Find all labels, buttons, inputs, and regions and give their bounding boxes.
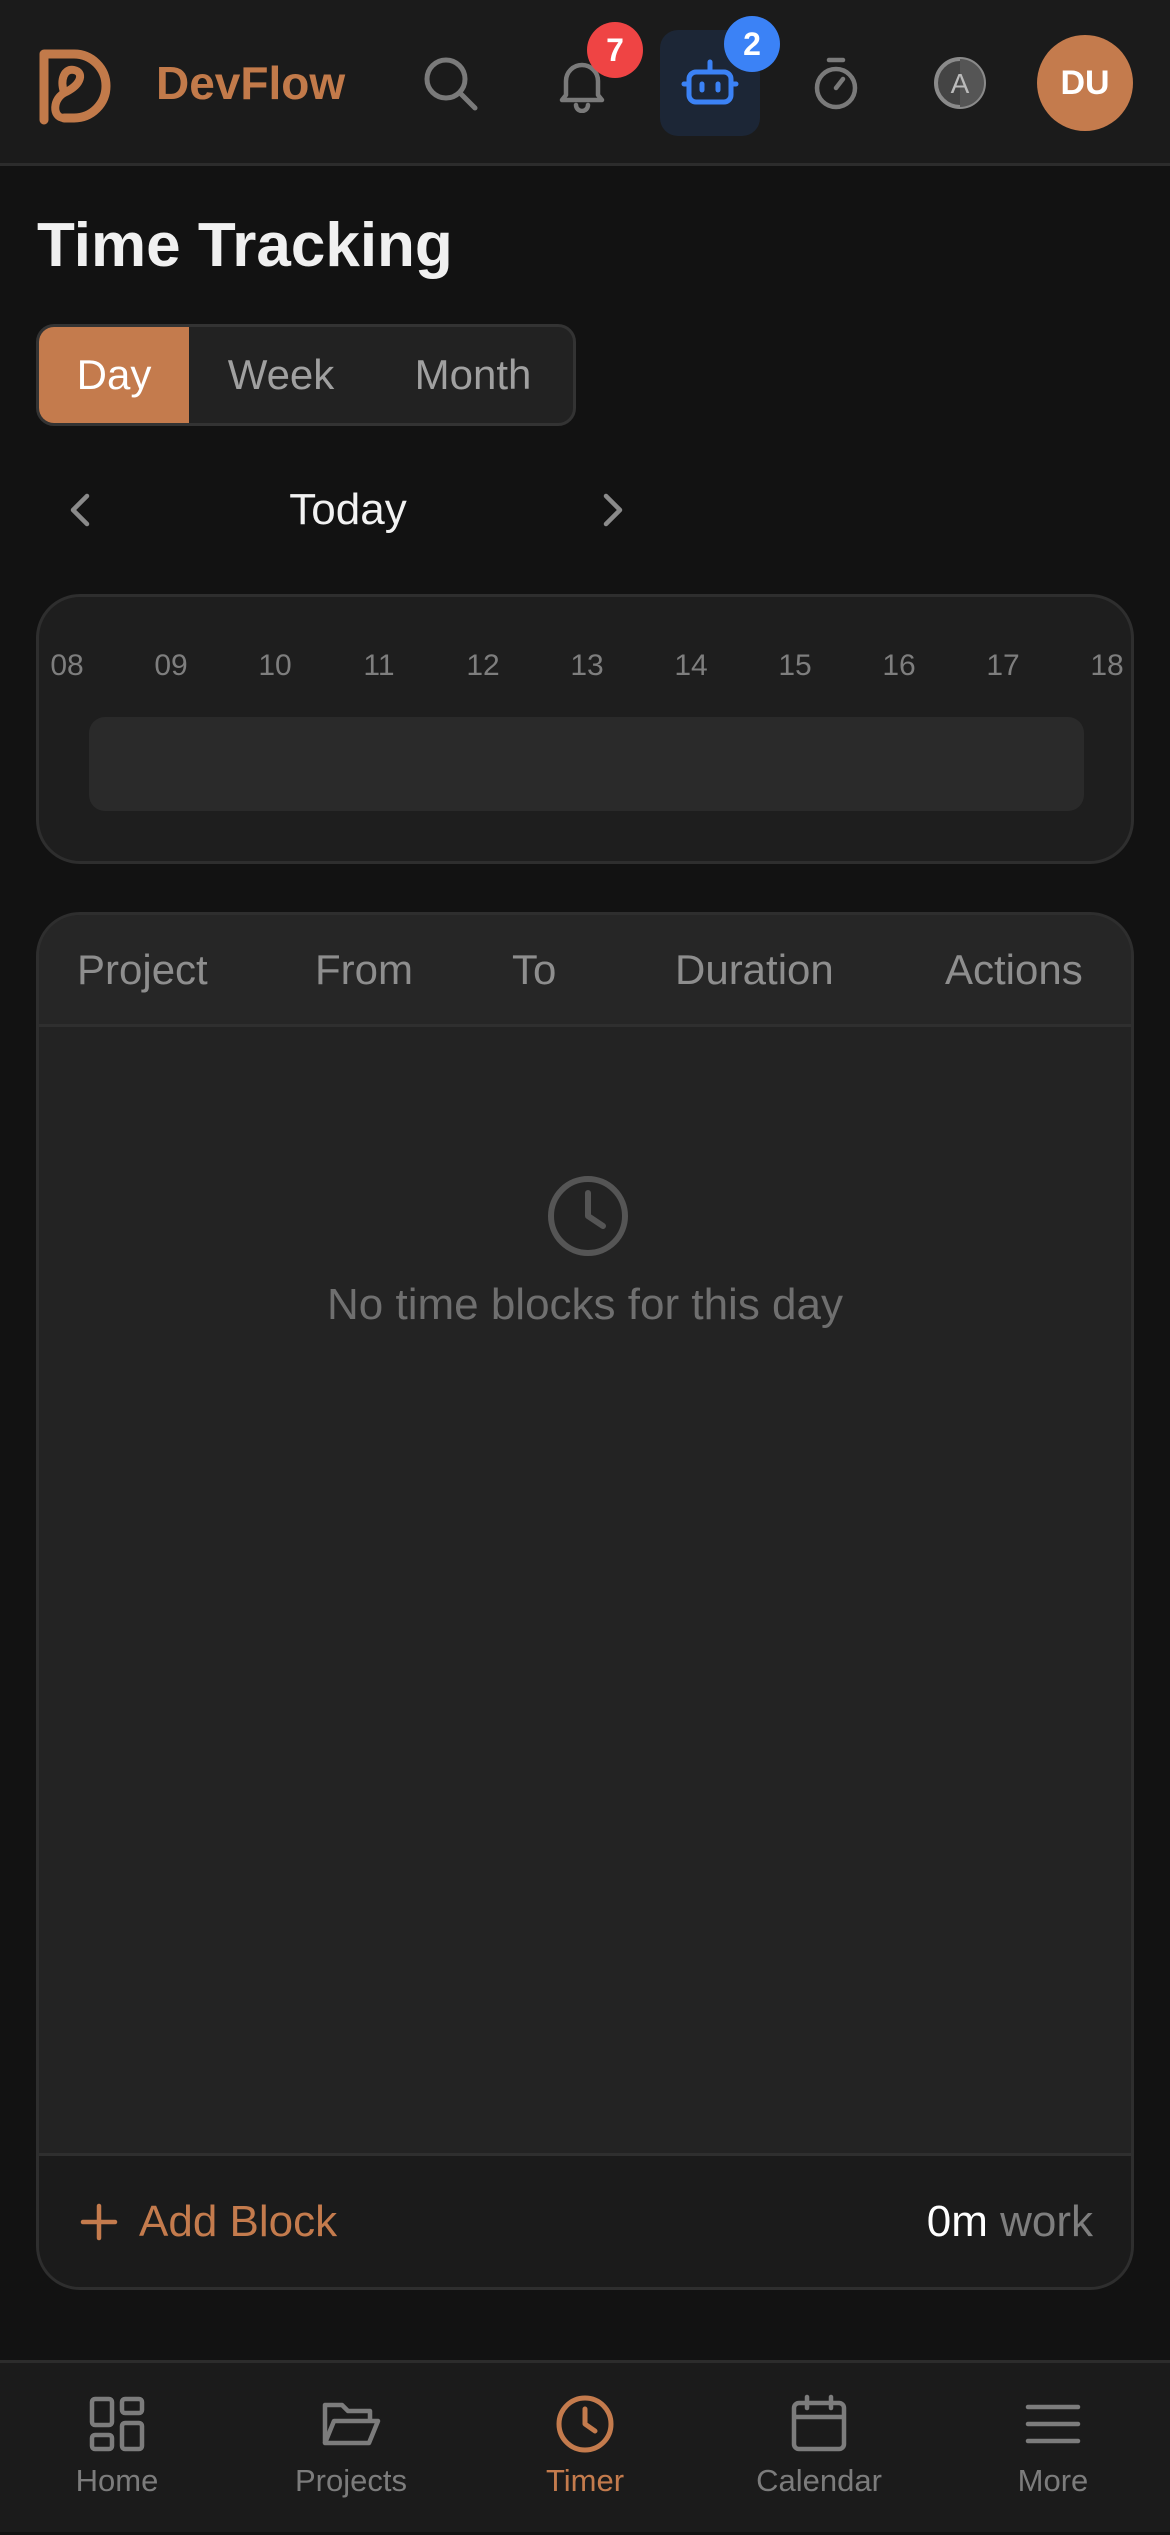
empty-state-text: No time blocks for this day — [327, 1280, 843, 1329]
hour-scale: 08 09 10 11 12 13 14 15 16 17 18 — [50, 649, 1123, 689]
range-segmented-control: Day Week Month — [36, 324, 576, 426]
add-block-button[interactable]: Add Block — [79, 2192, 337, 2252]
chevron-left-icon — [70, 493, 90, 527]
prev-day-button[interactable] — [50, 480, 110, 540]
clock-icon — [556, 2395, 614, 2453]
add-block-label: Add Block — [139, 2197, 338, 2246]
column-from: From — [315, 946, 413, 993]
notifications-badge: 7 — [587, 22, 643, 78]
nav-timer-label: Timer — [545, 2463, 625, 2498]
hour-label: 11 — [363, 649, 395, 682]
grid-icon — [89, 2396, 145, 2452]
nav-home[interactable]: Home — [0, 2363, 234, 2535]
hour-label: 14 — [674, 649, 708, 682]
nav-calendar-label: Calendar — [756, 2463, 882, 2498]
tab-day[interactable]: Day — [39, 327, 189, 423]
search-button[interactable] — [400, 30, 500, 136]
day-timeline-card: 08 09 10 11 12 13 14 15 16 17 18 — [36, 594, 1134, 864]
clock-icon — [548, 1176, 628, 1256]
nav-more-label: More — [1017, 2463, 1089, 2498]
work-total-unit: work — [1000, 2197, 1093, 2246]
work-total: 0m work — [927, 2192, 1093, 2252]
auto-theme-icon: A — [934, 57, 986, 109]
nav-timer[interactable]: Timer — [468, 2363, 702, 2535]
hour-label: 17 — [986, 649, 1020, 682]
nav-projects-label: Projects — [295, 2463, 407, 2498]
nav-calendar[interactable]: Calendar — [702, 2363, 936, 2535]
timer-button[interactable] — [786, 30, 886, 136]
time-blocks-table: Project From To Duration Actions No time… — [36, 912, 1134, 2290]
work-total-value: 0m — [926, 2197, 988, 2246]
hour-label: 10 — [258, 649, 292, 682]
tab-week[interactable]: Week — [189, 327, 373, 423]
plus-icon — [80, 2203, 118, 2241]
menu-icon — [1025, 2404, 1081, 2444]
theme-toggle-button[interactable]: A — [910, 30, 1010, 136]
folder-icon — [322, 2402, 381, 2446]
user-avatar[interactable]: DU — [1037, 35, 1133, 131]
hour-label: 18 — [1090, 649, 1124, 682]
tab-month[interactable]: Month — [373, 327, 573, 423]
column-duration: Duration — [675, 946, 834, 993]
nav-more[interactable]: More — [936, 2363, 1170, 2535]
page-title: Time Tracking — [37, 211, 453, 280]
calendar-icon — [791, 2394, 847, 2452]
hour-label: 16 — [882, 649, 916, 682]
devflow-logo[interactable] — [34, 40, 122, 128]
hour-label: 09 — [154, 649, 188, 682]
table-header: Project From To Duration Actions — [39, 915, 1131, 1027]
search-icon — [424, 57, 478, 111]
top-header: DevFlow 7 2 A DU — [0, 0, 1170, 166]
stopwatch-icon — [814, 57, 858, 110]
column-actions: Actions — [945, 946, 1083, 993]
column-to: To — [512, 946, 557, 993]
nav-projects[interactable]: Projects — [234, 2363, 468, 2535]
chevron-right-icon — [603, 493, 623, 527]
hour-label: 15 — [778, 649, 812, 682]
assistant-badge: 2 — [724, 16, 780, 72]
timeline-track[interactable] — [89, 717, 1084, 811]
nav-home-label: Home — [75, 2463, 159, 2498]
svg-text:A: A — [951, 68, 970, 99]
column-project: Project — [77, 946, 208, 993]
brand-name: DevFlow — [156, 57, 346, 109]
hour-label: 08 — [50, 649, 84, 682]
bottom-navigation: Home Projects Timer Calendar More — [0, 2360, 1170, 2532]
current-date-label: Today — [289, 485, 407, 534]
hour-label: 12 — [466, 649, 500, 682]
table-footer: Add Block 0m work — [39, 2153, 1131, 2287]
next-day-button[interactable] — [583, 480, 643, 540]
hour-label: 13 — [570, 649, 604, 682]
